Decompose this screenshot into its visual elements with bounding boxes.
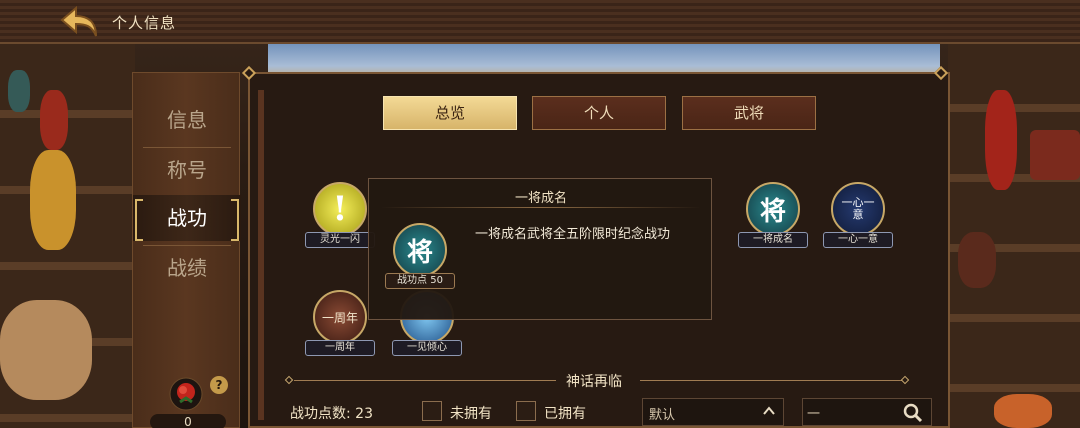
tooltip-badge: 将 战功点 50 — [385, 223, 455, 293]
tab-personal[interactable]: 个人 — [532, 96, 666, 130]
side-menu: 信息 称号 战功 战绩 — [132, 72, 241, 428]
tooltip-description: 一将成名武将全五阶限时纪念战功 — [475, 227, 671, 242]
sack-decoration — [0, 300, 92, 400]
search-box — [802, 398, 932, 426]
sort-value: 默认 — [649, 408, 676, 423]
rose-count: 0 — [150, 414, 226, 428]
corn-decoration — [30, 150, 76, 250]
page-title: 个人信息 — [112, 14, 177, 32]
search-icon[interactable] — [903, 403, 923, 423]
badge-label: 一见倾心 — [392, 340, 462, 356]
sidebar-item-merit[interactable]: 战功 — [133, 195, 241, 241]
sort-select[interactable]: 默认 — [642, 398, 784, 426]
tab-overview[interactable]: 总览 — [383, 96, 517, 130]
owned-label: 已拥有 — [544, 406, 586, 422]
sidebar-item-info[interactable]: 信息 — [133, 97, 241, 143]
jar-decoration — [958, 232, 996, 288]
back-arrow-icon — [60, 5, 97, 37]
merit-points: 战功点数: 23 — [290, 406, 373, 422]
pepper-decoration-right — [985, 90, 1017, 190]
section-divider-right — [640, 380, 902, 381]
badge-tooltip: 一将成名 一将成名武将全五阶限时纪念战功 将 战功点 50 — [368, 178, 712, 320]
badge-one-heart[interactable]: 一心一意 一心一意 — [823, 182, 893, 252]
badge-famous-general[interactable]: 将 一将成名 — [738, 182, 808, 252]
badge-anniversary[interactable]: 一周年 一周年 — [305, 290, 375, 360]
rose-graphic — [169, 377, 203, 411]
help-icon[interactable]: ? — [210, 376, 228, 394]
not-owned-label: 未拥有 — [450, 406, 492, 422]
sidebar-item-title[interactable]: 称号 — [133, 147, 241, 193]
rose-icon[interactable] — [166, 376, 206, 414]
section-title: 神话再临 — [566, 374, 622, 390]
owned-checkbox[interactable] — [516, 401, 536, 421]
section-divider-left — [294, 380, 556, 381]
chevron-up-icon — [763, 406, 775, 415]
badge-label: 一将成名 — [738, 232, 808, 248]
pepper-decoration — [40, 90, 68, 150]
badge-label: 一心一意 — [823, 232, 893, 248]
vase-decoration — [8, 70, 30, 112]
sidebar-item-record[interactable]: 战绩 — [133, 245, 241, 291]
general-emblem-icon: 将 — [393, 223, 447, 277]
back-button[interactable] — [58, 4, 104, 40]
search-input[interactable] — [807, 402, 901, 422]
badge-label: 一周年 — [305, 340, 375, 356]
tab-generals[interactable]: 武将 — [682, 96, 816, 130]
tooltip-title: 一将成名 — [514, 191, 567, 206]
panel-edge-strip — [258, 90, 264, 420]
anniversary-emblem-icon: 一周年 — [313, 290, 367, 344]
top-bar: 个人信息 — [0, 0, 1080, 44]
general-emblem-icon: 将 — [746, 182, 800, 236]
tooltip-points-label: 战功点 50 — [385, 273, 455, 289]
exclamation-icon: ! — [313, 182, 367, 236]
not-owned-checkbox[interactable] — [422, 401, 442, 421]
one-heart-emblem-icon: 一心一意 — [831, 182, 885, 236]
tooltip-divider — [381, 207, 701, 208]
dragon-decoration — [1030, 130, 1080, 180]
badge-inspiration[interactable]: ! 灵光一闪 — [305, 182, 375, 252]
orange-decoration — [994, 394, 1052, 428]
badge-label: 灵光一闪 — [305, 232, 375, 248]
